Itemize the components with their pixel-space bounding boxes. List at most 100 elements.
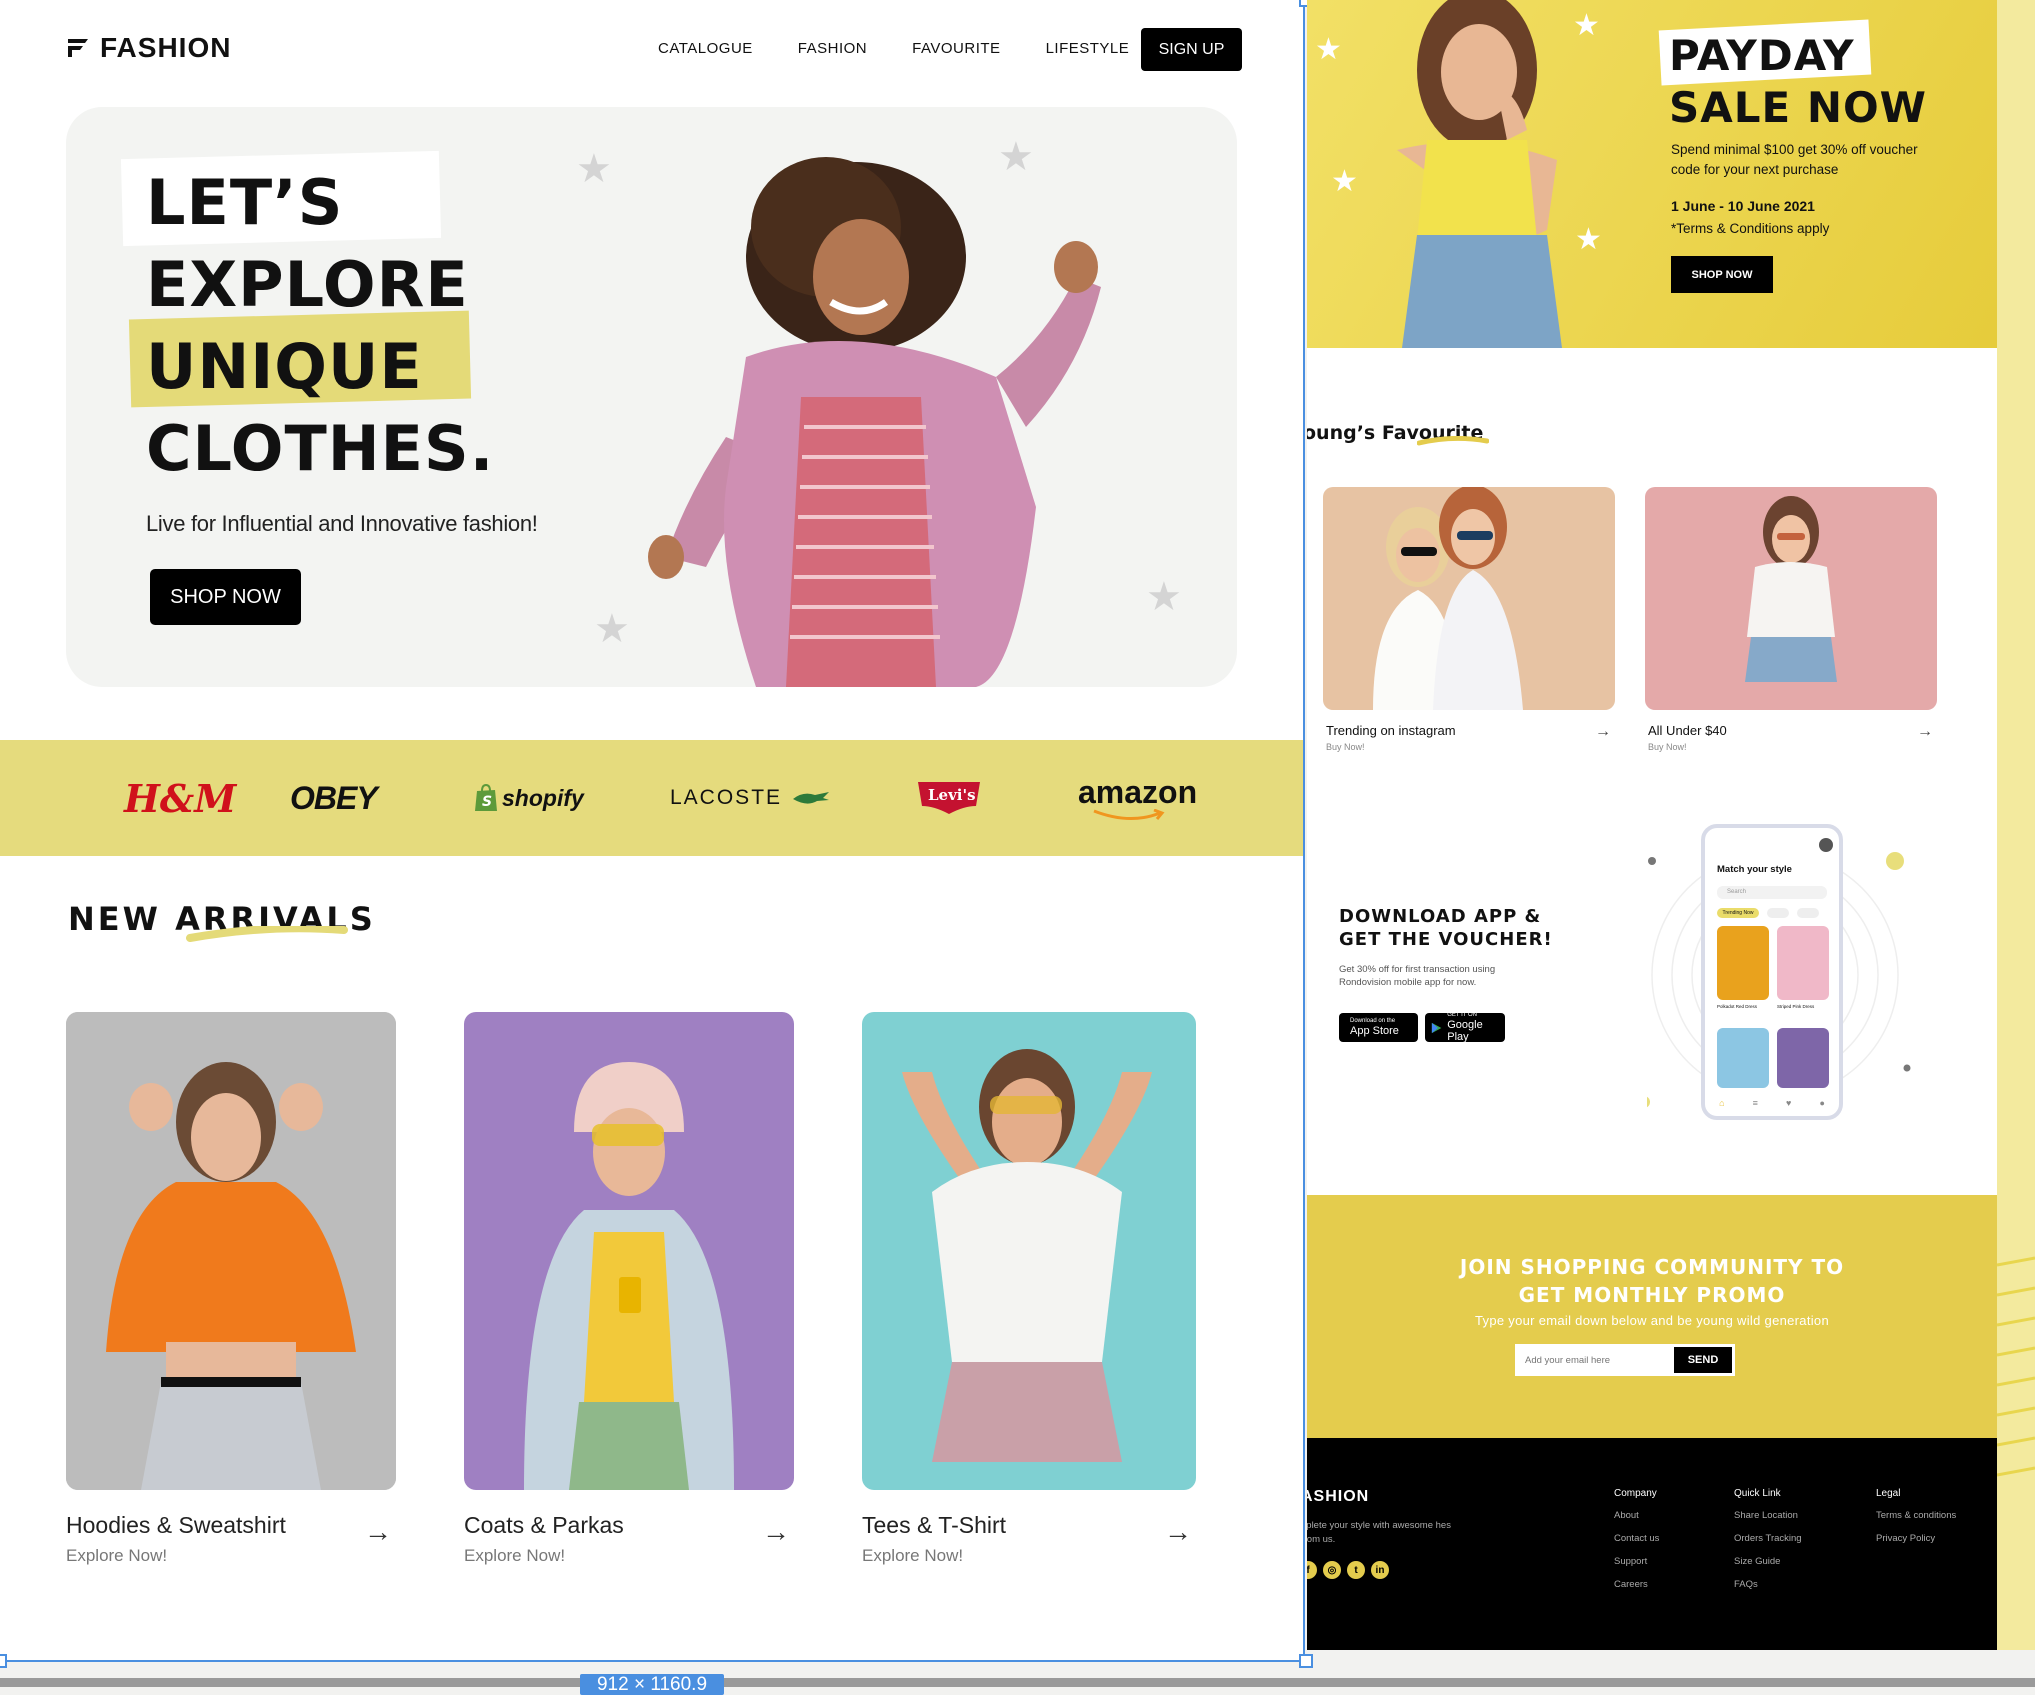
phone-product	[1777, 1028, 1829, 1088]
landing-page-frame[interactable]: FASHION CATALOGUE FASHION FAVOURITE LIFE…	[0, 0, 1305, 1660]
card-subtitle[interactable]: Explore Now!	[66, 1546, 167, 1566]
star-icon: ★	[576, 147, 612, 191]
phone-product	[1717, 1028, 1769, 1088]
card-title: Tees & T-Shirt	[862, 1512, 1007, 1538]
brand-logo[interactable]: FASHION	[66, 32, 231, 64]
payday-dates: 1 June - 10 June 2021	[1671, 198, 1815, 214]
google-play-small-text: GET IT ON	[1447, 1012, 1478, 1018]
brand-amazon-logo[interactable]: amazon	[1078, 740, 1197, 856]
adjacent-frame-edge	[1996, 0, 2035, 1650]
arrow-right-icon[interactable]: →	[1595, 723, 1611, 741]
card-image	[862, 1012, 1196, 1490]
sign-up-button[interactable]: SIGN UP	[1141, 28, 1242, 71]
payday-description: Spend minimal $100 get 30% off voucher c…	[1671, 142, 1918, 177]
brand-lacoste-logo[interactable]: LACOSTE	[670, 740, 830, 856]
payday-sale-banner: ★ ★ ★ ★ PAYDAY SALE NOW Spend minimal $1…	[1307, 0, 1997, 348]
top-nav: FASHION CATALOGUE FASHION FAVOURITE LIFE…	[0, 0, 1303, 100]
nav-links: CATALOGUE FASHION FAVOURITE LIFESTYLE	[658, 40, 1129, 57]
footer-link-terms[interactable]: Terms & conditions	[1876, 1510, 1956, 1521]
footer-col-quick-link: Quick Link Share Location Orders Trackin…	[1734, 1488, 1802, 1602]
payday-title-line2: SALE NOW	[1669, 83, 1928, 132]
nav-link-catalogue[interactable]: CATALOGUE	[658, 40, 753, 57]
star-icon: ★	[1573, 9, 1600, 42]
card-subtitle[interactable]: Explore Now!	[862, 1546, 963, 1566]
selection-handle[interactable]	[1299, 1654, 1313, 1668]
hero-banner: LET’S EXPLORE UNIQUE CLOTHES. Live for I…	[66, 107, 1237, 687]
card-subtitle[interactable]: Buy Now!	[1326, 742, 1365, 752]
crocodile-icon	[793, 792, 830, 804]
linkedin-icon[interactable]: in	[1371, 1561, 1389, 1579]
card-image	[1645, 487, 1937, 710]
menu-icon: ≡	[1752, 1098, 1758, 1108]
footer-link-share-location[interactable]: Share Location	[1734, 1510, 1802, 1521]
favourite-card-under-40[interactable]: All Under $40 Buy Now! →	[1645, 487, 1937, 752]
arrival-card-tees[interactable]: Tees & T-Shirt Explore Now! →	[862, 1012, 1196, 1565]
brand-obey-logo[interactable]: OBEY	[290, 740, 378, 856]
arrow-right-icon[interactable]: →	[364, 1516, 392, 1548]
download-app-description: Get 30% off for first transaction using …	[1339, 964, 1496, 988]
newsletter-heading: JOIN SHOPPING COMMUNITY TO GET MONTHLY P…	[1307, 1253, 1997, 1309]
arrow-right-icon[interactable]: →	[1917, 723, 1933, 741]
design-canvas: FASHION CATALOGUE FASHION FAVOURITE LIFE…	[0, 0, 2035, 1695]
footer-link-contact[interactable]: Contact us	[1614, 1533, 1659, 1544]
social-links: f ◎ t in	[1307, 1561, 1389, 1579]
twitter-icon[interactable]: t	[1347, 1561, 1365, 1579]
star-icon: ★	[1575, 223, 1602, 256]
footer-link-faqs[interactable]: FAQs	[1734, 1579, 1802, 1590]
hero-title: LET’S EXPLORE UNIQUE CLOTHES.	[146, 162, 494, 490]
star-icon: ★	[1315, 33, 1342, 66]
card-title: All Under $40	[1648, 723, 1727, 738]
friends-photo	[1323, 487, 1615, 710]
nav-link-fashion[interactable]: FASHION	[798, 40, 867, 57]
star-icon: ★	[1331, 165, 1358, 198]
newsletter-subtitle: Type your email down below and be young …	[1475, 1313, 1829, 1328]
arrival-card-coats[interactable]: Coats & Parkas Explore Now! →	[464, 1012, 794, 1565]
hero-title-line: LET’S	[146, 166, 344, 239]
footer-link-orders-tracking[interactable]: Orders Tracking	[1734, 1533, 1802, 1544]
brand-levis-logo[interactable]: Levi's	[916, 740, 982, 856]
hero-shop-now-button[interactable]: SHOP NOW	[150, 569, 301, 625]
model-photo-coat	[464, 1012, 794, 1490]
card-title: Coats & Parkas	[464, 1512, 624, 1538]
send-button[interactable]: SEND	[1671, 1344, 1735, 1376]
payday-shop-now-button[interactable]: SHOP NOW	[1671, 256, 1773, 293]
download-app-title-line1: DOWNLOAD APP &	[1339, 906, 1542, 927]
arrow-right-icon[interactable]: →	[762, 1516, 790, 1548]
star-icon: ★	[594, 607, 630, 651]
card-title: Trending on instagram	[1326, 723, 1456, 738]
brand-shopify-logo[interactable]: S shopify	[474, 740, 584, 856]
nav-link-lifestyle[interactable]: LIFESTYLE	[1046, 40, 1130, 57]
secondary-page-frame[interactable]: ★ ★ ★ ★ PAYDAY SALE NOW Spend minimal $1…	[1307, 0, 1997, 1650]
favourite-card-instagram[interactable]: Trending on instagram Buy Now! →	[1323, 487, 1615, 752]
google-play-button[interactable]: GET IT ON Google Play	[1425, 1012, 1505, 1043]
email-input[interactable]	[1515, 1344, 1671, 1376]
arrival-card-hoodies[interactable]: Hoodies & Sweatshirt Explore Now! →	[66, 1012, 396, 1565]
phone-search-bar: Search	[1717, 886, 1827, 899]
footer-link-about[interactable]: About	[1614, 1510, 1659, 1521]
brand-hm-logo[interactable]: H&M	[124, 740, 236, 856]
google-play-label: GET IT ON Google Play	[1447, 1012, 1499, 1043]
payday-title-line1: PAYDAY	[1669, 31, 1855, 80]
arrow-right-icon[interactable]: →	[1164, 1516, 1192, 1548]
hero-title-line: CLOTHES.	[146, 412, 495, 485]
payday-model-photo	[1397, 0, 1562, 348]
footer-link-size-guide[interactable]: Size Guide	[1734, 1556, 1802, 1567]
footer-link-support[interactable]: Support	[1614, 1556, 1659, 1567]
card-subtitle[interactable]: Buy Now!	[1648, 742, 1687, 752]
card-image	[1323, 487, 1615, 710]
nav-link-favourite[interactable]: FAVOURITE	[912, 40, 1000, 57]
selection-handle[interactable]	[0, 1654, 7, 1668]
payday-terms: *Terms & Conditions apply	[1671, 221, 1830, 236]
footer-col-heading: Legal	[1876, 1488, 1901, 1499]
phone-mockup: Match your style Search Trending Now Pol…	[1647, 815, 1947, 1135]
facebook-icon[interactable]: f	[1307, 1561, 1317, 1579]
app-store-button[interactable]: Download on the App Store	[1339, 1013, 1418, 1042]
instagram-icon[interactable]: ◎	[1323, 1561, 1341, 1579]
footer-link-privacy[interactable]: Privacy Policy	[1876, 1533, 1956, 1544]
footer-col-company: Company About Contact us Support Careers	[1614, 1488, 1659, 1602]
app-store-big-text: App Store	[1350, 1025, 1399, 1037]
phone-product-label: Striped Pink Dress	[1777, 1004, 1815, 1009]
card-subtitle[interactable]: Explore Now!	[464, 1546, 565, 1566]
footer-link-careers[interactable]: Careers	[1614, 1579, 1659, 1590]
canvas-scrollbar[interactable]	[0, 1678, 2035, 1687]
